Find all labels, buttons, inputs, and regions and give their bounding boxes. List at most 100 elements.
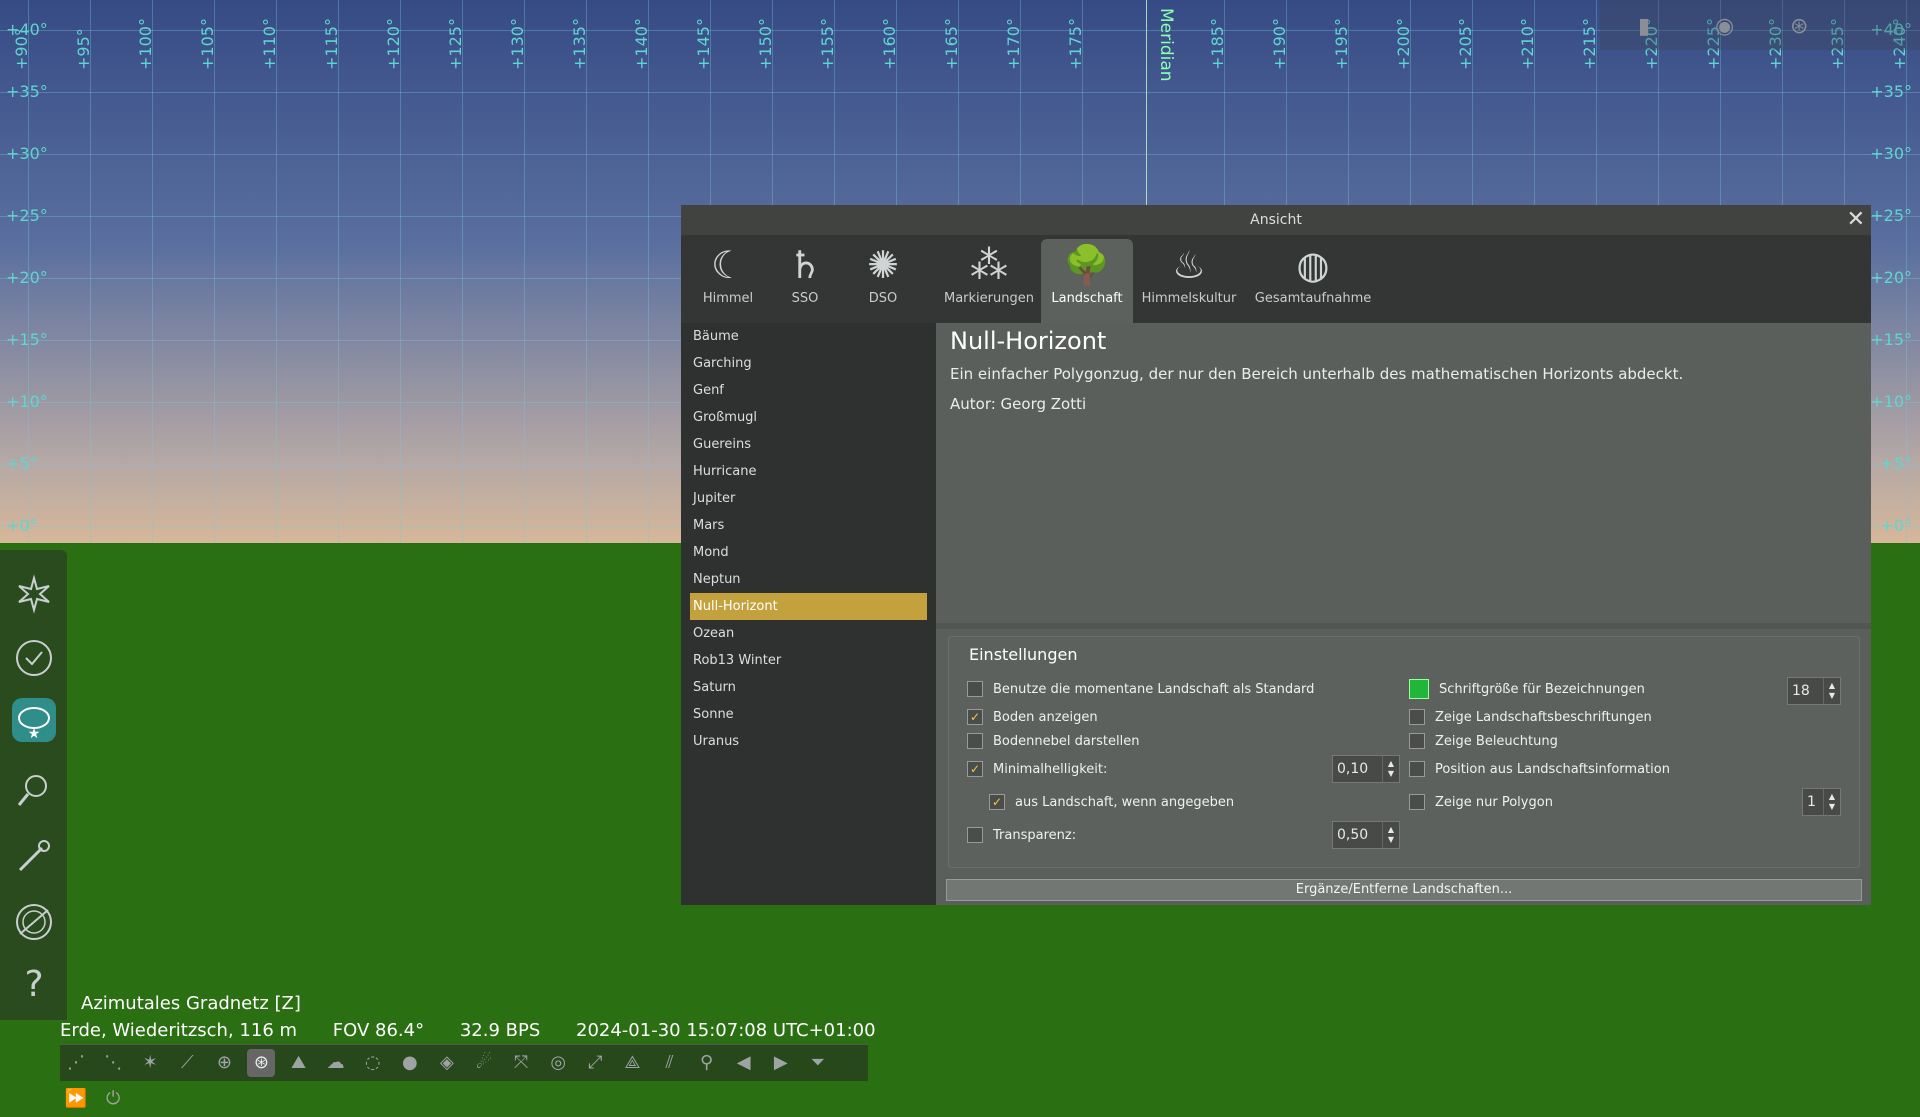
now-icon[interactable]: ⏷ xyxy=(804,1049,832,1077)
position-checkbox[interactable]: Position aus Landschaftsinformation xyxy=(1409,761,1670,777)
equatorial-mount-icon[interactable]: ⤧ xyxy=(507,1049,535,1077)
spin-arrows-icon[interactable]: ▲ ▼ xyxy=(1382,756,1399,782)
tab-himmelskultur[interactable]: ♨ Himmelskultur xyxy=(1141,239,1237,323)
constellation-boundaries-icon[interactable]: ⟋ xyxy=(173,1049,201,1077)
add-remove-landscapes-button[interactable]: Ergänze/Entferne Landschaften... xyxy=(946,879,1862,901)
checkbox[interactable]: ✓ xyxy=(989,794,1005,810)
satellites-icon[interactable]: ⟁ xyxy=(618,1049,646,1077)
tab-label: SSO xyxy=(791,291,819,306)
constellation-lines-icon[interactable]: ⋰ xyxy=(62,1049,90,1077)
configuration-icon[interactable] xyxy=(12,834,56,878)
play-icon[interactable]: ▶ xyxy=(767,1049,795,1077)
checkbox[interactable] xyxy=(967,681,983,697)
tab-sso[interactable]: ♄ SSO xyxy=(775,239,835,323)
meteor-icon[interactable]: ☄ xyxy=(470,1049,498,1077)
settings-title: Einstellungen xyxy=(969,645,1078,664)
polygon-only-checkbox[interactable]: Zeige nur Polygon xyxy=(1409,794,1553,810)
azimuth-label: +210° xyxy=(1518,18,1537,70)
list-item[interactable]: Sonne xyxy=(681,701,936,728)
azimuth-label: +200° xyxy=(1394,18,1413,70)
landscape-list[interactable]: Bäume Garching Genf Großmugl Guereins Hurrica… xyxy=(681,323,936,905)
fog-checkbox[interactable]: Bodennebel darstellen xyxy=(967,733,1140,749)
polygon-spinbox[interactable]: 1 ▲ ▼ xyxy=(1802,788,1841,816)
font-size-spinbox[interactable]: 18 ▲ ▼ xyxy=(1787,677,1841,705)
illumination-checkbox[interactable]: Zeige Beleuchtung xyxy=(1409,733,1558,749)
search-icon[interactable] xyxy=(12,768,56,812)
atmosphere-icon[interactable]: ☁ xyxy=(322,1049,350,1077)
equatorial-grid-icon[interactable]: ⊕ xyxy=(210,1049,238,1077)
list-item[interactable]: Guereins xyxy=(681,431,936,458)
list-item[interactable]: Großmugl xyxy=(681,404,936,431)
azimuthal-grid-icon[interactable]: ⊛ xyxy=(247,1049,276,1077)
list-item[interactable]: Ozean xyxy=(681,620,936,647)
grid-line xyxy=(90,0,91,543)
list-item[interactable]: Uranus xyxy=(681,728,936,755)
list-item[interactable]: Null-Horizont xyxy=(690,593,927,620)
nebulae-icon[interactable]: ◌ xyxy=(359,1049,387,1077)
list-item[interactable]: Neptun xyxy=(681,566,936,593)
astronomical-calc-icon[interactable] xyxy=(12,900,56,944)
list-item[interactable]: Genf xyxy=(681,377,936,404)
altitude-label: +0° xyxy=(1880,516,1912,535)
checkbox[interactable] xyxy=(967,827,983,843)
spin-arrows-icon[interactable]: ▲ ▼ xyxy=(1823,678,1840,704)
checkbox[interactable]: ✓ xyxy=(967,761,983,777)
tab-himmel[interactable]: ☾ Himmel xyxy=(701,239,755,323)
min-brightness-checkbox[interactable]: ✓ Minimalhelligkeit: xyxy=(967,761,1107,777)
search-bottom-icon[interactable]: ⚲ xyxy=(693,1049,721,1077)
from-landscape-checkbox[interactable]: ✓ aus Landschaft, wenn angegeben xyxy=(989,794,1234,810)
help-icon[interactable]: ? xyxy=(12,962,56,1006)
rewind-icon[interactable]: ◀ xyxy=(730,1049,758,1077)
tab-gesamtaufnahme[interactable]: ◍ Gesamtaufnahme xyxy=(1253,239,1373,323)
constellation-labels-icon[interactable]: ⋱ xyxy=(99,1049,127,1077)
checkbox[interactable] xyxy=(1409,733,1425,749)
min-brightness-spinbox[interactable]: 0,10 ▲ ▼ xyxy=(1332,755,1400,783)
meteor-showers-icon[interactable]: ⫽ xyxy=(656,1049,684,1077)
checkbox[interactable] xyxy=(1409,761,1425,777)
tab-dso[interactable]: ✺ DSO xyxy=(861,239,905,323)
list-item[interactable]: Rob13 Winter xyxy=(681,647,936,674)
label-color-swatch[interactable] xyxy=(1409,679,1429,699)
transparency-spinbox[interactable]: 0,50 ▲ ▼ xyxy=(1332,821,1400,849)
list-item[interactable]: Mond xyxy=(681,539,936,566)
location-icon[interactable] xyxy=(12,572,56,616)
gauge-icon[interactable]: ◉ xyxy=(1715,14,1734,39)
list-item[interactable]: Garching xyxy=(681,350,936,377)
dialog-titlebar[interactable]: Ansicht ✕ xyxy=(681,205,1871,235)
power-icon[interactable]: ⏻ xyxy=(99,1085,127,1113)
list-item[interactable]: Saturn xyxy=(681,674,936,701)
fast-forward-icon[interactable]: ⏩ xyxy=(62,1085,90,1113)
spin-arrows-icon[interactable]: ▲ ▼ xyxy=(1382,822,1399,848)
markings-icon: ⁂ xyxy=(970,243,1008,287)
list-item[interactable]: Mars xyxy=(681,512,936,539)
spin-arrows-icon[interactable]: ▲ ▼ xyxy=(1823,789,1840,815)
labels-checkbox[interactable]: Zeige Landschaftsbeschriftungen xyxy=(1409,709,1652,725)
datetime-icon[interactable] xyxy=(12,636,56,680)
tab-label: Landschaft xyxy=(1051,291,1123,306)
azimuth-label: +160° xyxy=(880,18,899,70)
target-icon[interactable]: ⊛ xyxy=(1790,14,1808,39)
list-item[interactable]: Jupiter xyxy=(681,485,936,512)
night-mode-icon[interactable]: ◎ xyxy=(544,1049,572,1077)
close-icon[interactable]: ✕ xyxy=(1847,206,1865,234)
list-item[interactable]: Hurricane xyxy=(681,458,936,485)
list-item[interactable]: Bäume xyxy=(681,323,936,350)
tab-markierungen[interactable]: ⁂ Markierungen xyxy=(941,239,1037,323)
ground-icon[interactable]: ⛰ xyxy=(285,1049,313,1077)
altitude-label: +10° xyxy=(6,392,48,411)
fullscreen-icon[interactable]: ⤢ xyxy=(581,1049,609,1077)
view-settings-icon[interactable]: ★ xyxy=(12,698,56,742)
constellation-art-icon[interactable]: ✶ xyxy=(136,1049,164,1077)
checkbox[interactable] xyxy=(1409,794,1425,810)
planets-icon[interactable]: ● xyxy=(396,1049,424,1077)
planet-labels-icon[interactable]: ◈ xyxy=(433,1049,461,1077)
checkbox[interactable]: ✓ xyxy=(967,709,983,725)
window-icon[interactable]: ▮ xyxy=(1638,14,1650,39)
altitude-label: +20° xyxy=(6,268,48,287)
tab-landschaft[interactable]: 🌳 Landschaft xyxy=(1041,239,1133,323)
show-ground-checkbox[interactable]: ✓ Boden anzeigen xyxy=(967,709,1098,725)
checkbox[interactable] xyxy=(1409,709,1425,725)
use-default-checkbox[interactable]: Benutze die momentane Landschaft als Sta… xyxy=(967,681,1314,697)
transparency-checkbox[interactable]: Transparenz: xyxy=(967,827,1076,843)
checkbox[interactable] xyxy=(967,733,983,749)
